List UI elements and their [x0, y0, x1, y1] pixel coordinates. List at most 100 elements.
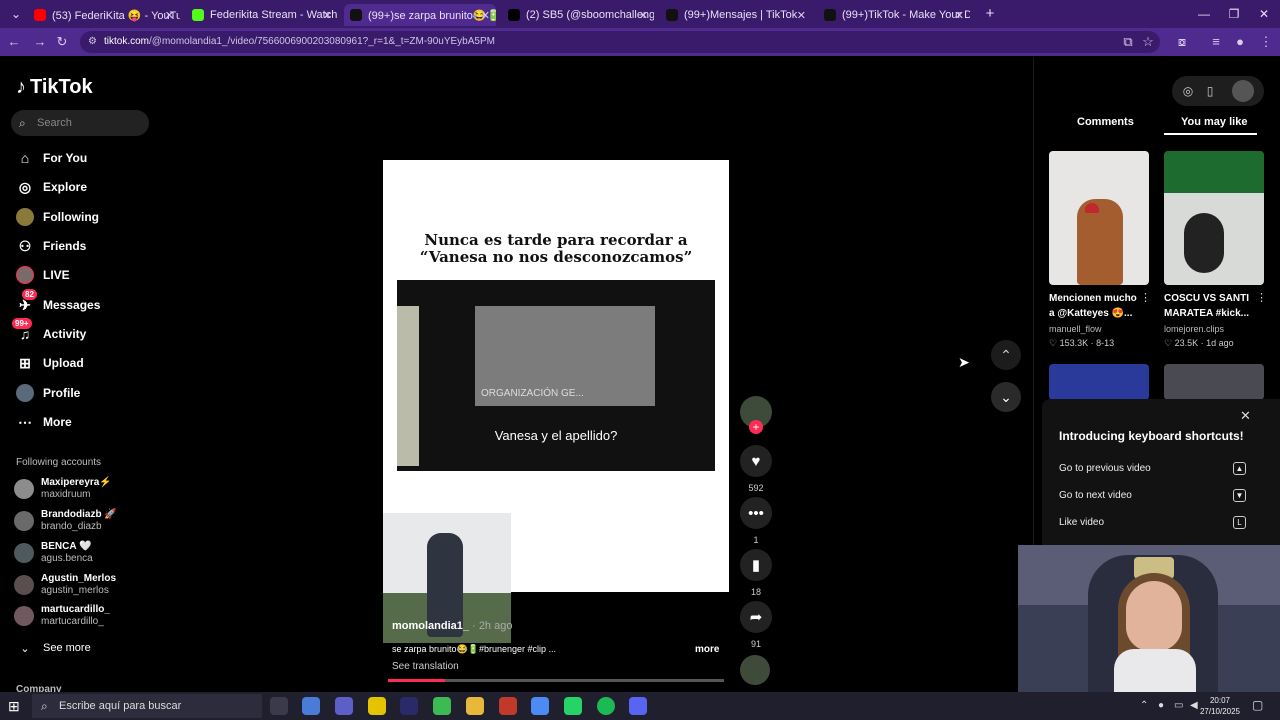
nav-following[interactable]: Following	[16, 206, 99, 228]
activity-badge: 99+	[12, 318, 32, 329]
chrome-icon[interactable]	[531, 697, 549, 715]
nav-messages[interactable]: ✈ 82 Messages	[16, 289, 100, 316]
caption-more-button[interactable]: more	[695, 644, 719, 655]
tiktok-logo[interactable]: ♪ TikTok	[16, 76, 93, 99]
next-video-button[interactable]: ⌄	[991, 382, 1021, 412]
account-item[interactable]: Maxipereyra⚡ maxidruum	[14, 476, 112, 502]
restore-button[interactable]: ❐	[1220, 4, 1248, 24]
card-more-icon[interactable]: ⋮	[1256, 291, 1267, 304]
browser-tab-kick[interactable]: Federikita Stream - Watch Live ✕	[186, 4, 338, 26]
mic-icon[interactable]: ●	[1158, 700, 1164, 711]
follow-plus-icon[interactable]: +	[749, 420, 763, 434]
account-item[interactable]: martucardillo_ martucardillo_	[14, 603, 110, 629]
close-icon[interactable]: ✕	[1240, 408, 1251, 424]
account-handle: agustin_merlos	[41, 585, 109, 596]
copilot-icon[interactable]	[302, 697, 320, 715]
address-bar[interactable]: ⚙ tiktok.com/@momolandia1_/video/7566006…	[80, 31, 1160, 53]
save-button[interactable]: ▮ 18	[740, 549, 772, 597]
teams-icon[interactable]	[335, 697, 353, 715]
video-progress-bar[interactable]	[388, 679, 724, 682]
recommended-video-card[interactable]	[1164, 364, 1264, 400]
sticky-notes-icon[interactable]	[368, 697, 386, 715]
see-translation-link[interactable]: See translation	[392, 661, 459, 672]
like-button[interactable]: ♥ 592	[740, 445, 772, 493]
browser-tab-x[interactable]: (2) SB5 (@sboomchallenge) / X ✕	[502, 4, 654, 26]
nav-more[interactable]: ⋯ More	[16, 411, 72, 433]
tab-list-button[interactable]: ⌄	[2, 4, 30, 24]
task-view-icon[interactable]	[270, 697, 288, 715]
account-item[interactable]: BENCA 🤍 agus.benca	[14, 540, 93, 566]
spotify-icon[interactable]	[597, 697, 615, 715]
close-tab-icon[interactable]: ✕	[165, 9, 174, 22]
browser-tab-youtube[interactable]: (53) FederiKita 😝 - YouTube ✕	[28, 4, 180, 26]
share-icon: ➦	[740, 601, 772, 633]
close-window-button[interactable]: ✕	[1250, 4, 1278, 24]
tab-comments[interactable]: Comments	[1077, 116, 1134, 128]
forward-icon[interactable]: →	[30, 32, 50, 52]
clock-time: 20:07	[1209, 696, 1231, 705]
install-app-icon[interactable]: ⧉	[1118, 32, 1138, 52]
comment-button[interactable]: ••• 1	[740, 497, 772, 545]
device-icon[interactable]: ▯	[1199, 80, 1221, 102]
app-icon[interactable]	[400, 697, 418, 715]
file-explorer-icon[interactable]	[466, 697, 484, 715]
app-icon[interactable]	[499, 697, 517, 715]
search-input[interactable]: ⌕ Search	[11, 110, 149, 136]
recommended-video-card[interactable]	[1164, 151, 1264, 285]
search-icon: ⌕	[41, 699, 48, 713]
close-tab-icon[interactable]: ✕	[955, 9, 964, 22]
volume-icon[interactable]: ◀	[1190, 700, 1198, 711]
account-item[interactable]: Agustin_Merlos agustin_merlos	[14, 572, 116, 598]
extensions-icon[interactable]: ⧇	[1172, 32, 1192, 52]
nav-activity[interactable]: ♫ 99+ Activity	[12, 318, 86, 345]
app-icon[interactable]	[433, 697, 451, 715]
card-title[interactable]: Mencionen mucho a @Katteyes 😍...	[1049, 291, 1145, 321]
nav-upload[interactable]: ⊞ Upload	[16, 352, 84, 374]
card-title[interactable]: COSCU VS SANTI MARATEA #kick...	[1164, 291, 1260, 321]
previous-video-button[interactable]: ⌃	[991, 340, 1021, 370]
whatsapp-icon[interactable]	[564, 697, 582, 715]
tab-you-may-like[interactable]: You may like	[1181, 116, 1247, 128]
account-item[interactable]: Brandodiazb 🚀 brando_diazb	[14, 508, 117, 534]
reload-icon[interactable]: ↻	[52, 32, 72, 52]
nav-profile[interactable]: Profile	[16, 382, 80, 404]
recommended-video-card[interactable]	[1049, 364, 1149, 400]
taskbar-clock[interactable]: 20:07 27/10/2025	[1198, 695, 1242, 717]
bookmark-star-icon[interactable]: ☆	[1138, 32, 1158, 52]
browser-tab-tiktok-messages[interactable]: (99+)Mensajes | TikTok ✕	[660, 4, 812, 26]
share-button[interactable]: ➦ 91	[740, 601, 772, 649]
browser-menu-icon[interactable]: ⋮	[1256, 32, 1276, 52]
video-author[interactable]: momolandia1_ · 2h ago	[392, 620, 512, 632]
card-user[interactable]: lomejoren.clips	[1164, 324, 1224, 334]
close-tab-icon[interactable]: ✕	[323, 9, 332, 22]
browser-tab-tiktok-home[interactable]: (99+)TikTok - Make Your Day ✕	[818, 4, 970, 26]
back-icon[interactable]: ←	[4, 32, 24, 52]
network-icon[interactable]: ▭	[1174, 700, 1183, 711]
nav-for-you[interactable]: ⌂ For You	[16, 147, 87, 169]
profile-avatar[interactable]: ●	[1230, 32, 1250, 52]
notifications-icon[interactable]: ▢	[1252, 698, 1263, 712]
close-tab-icon[interactable]: ✕	[481, 9, 490, 22]
see-more-button[interactable]: ⌄ See more	[16, 637, 90, 659]
card-more-icon[interactable]: ⋮	[1140, 291, 1151, 304]
explore-compass-icon[interactable]: ◎	[1177, 80, 1199, 102]
discord-icon[interactable]	[629, 697, 647, 715]
site-info-icon[interactable]: ⚙	[88, 31, 97, 53]
profile-avatar[interactable]	[1232, 80, 1254, 102]
sound-disc-icon[interactable]	[740, 655, 770, 685]
card-user[interactable]: manuell_flow	[1049, 324, 1102, 334]
nav-friends[interactable]: ⚇ Friends	[16, 235, 87, 257]
windows-start-icon[interactable]: ⊞	[8, 698, 24, 714]
minimize-button[interactable]: —	[1190, 4, 1218, 24]
tray-chevron-icon[interactable]: ⌃	[1140, 700, 1148, 711]
recommended-video-card[interactable]	[1049, 151, 1149, 285]
reading-list-icon[interactable]: ≡	[1206, 32, 1226, 52]
nav-explore[interactable]: ◎ Explore	[16, 176, 87, 198]
close-tab-icon[interactable]: ✕	[797, 9, 806, 22]
tab-title: (53) FederiKita 😝 - YouTube	[52, 9, 180, 22]
nav-live[interactable]: LIVE	[16, 264, 70, 286]
close-tab-icon[interactable]: ✕	[639, 9, 648, 22]
new-tab-button[interactable]: +	[976, 4, 1004, 24]
taskbar-search-input[interactable]: ⌕ Escribe aquí para buscar	[32, 694, 262, 718]
browser-tab-tiktok-video[interactable]: (99+)se zarpa brunito😂🔋 ▮ ✕	[344, 4, 496, 26]
